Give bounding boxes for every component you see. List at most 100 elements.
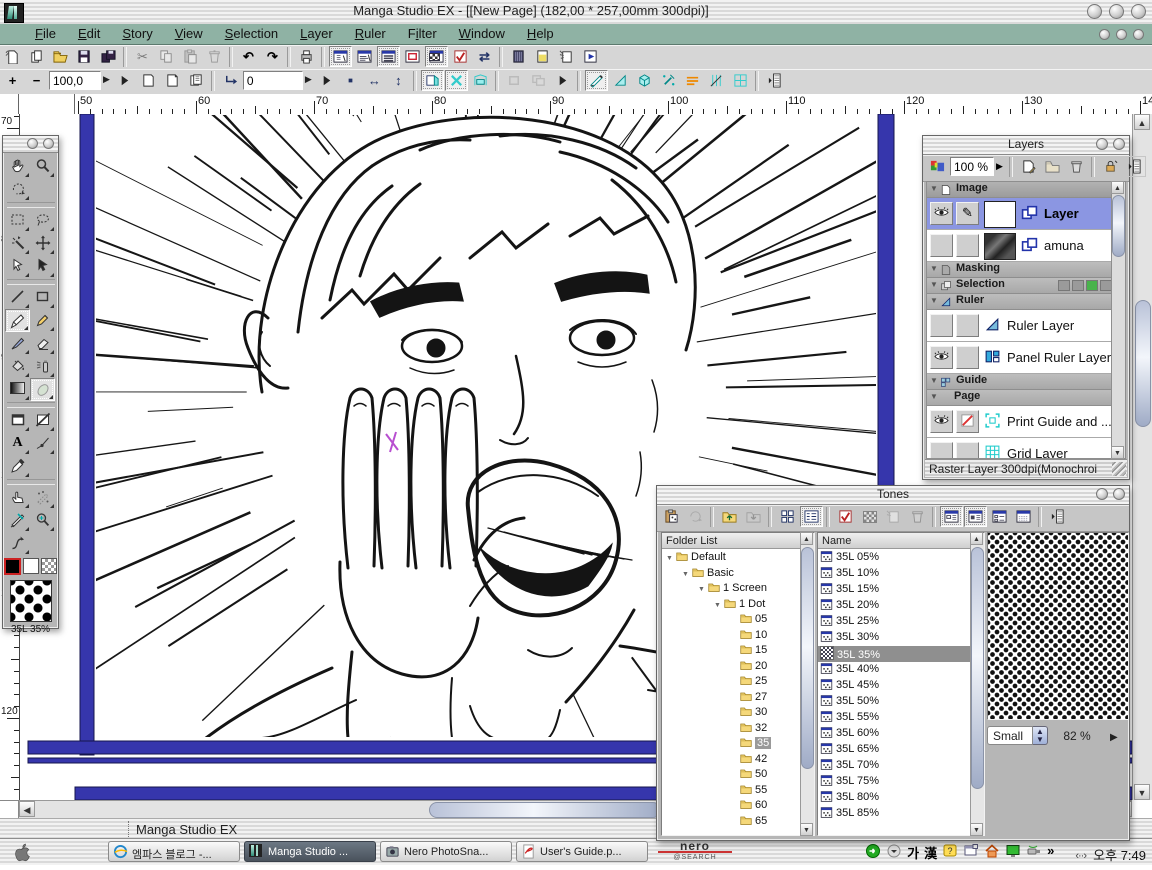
tone-gray-icon[interactable]	[858, 506, 881, 527]
tone-item-35l-15-[interactable]: 35L 15%	[818, 582, 971, 598]
eye-icon[interactable]	[930, 202, 953, 225]
apply-arrow-icon[interactable]	[315, 70, 338, 91]
view-a-icon[interactable]	[940, 506, 963, 527]
actual-size-icon[interactable]	[339, 70, 362, 91]
ruler-pen-icon[interactable]	[585, 70, 608, 91]
materials-icon[interactable]	[507, 46, 530, 67]
tone-folder-basic[interactable]: ▼Basic	[662, 566, 801, 582]
tone-folder-60[interactable]: 60	[662, 798, 801, 814]
panel-cut-icon[interactable]	[30, 409, 55, 432]
layer-row-print-guide-and-[interactable]: Print Guide and ...	[927, 406, 1115, 438]
scroll-up-arrow-icon[interactable]: ▲	[800, 532, 813, 545]
home-network-icon[interactable]	[984, 843, 1000, 860]
scroll-left-arrow-icon[interactable]: ◀	[19, 801, 35, 817]
view-d-icon[interactable]	[1012, 506, 1035, 527]
tone-folder-25[interactable]: 25	[662, 674, 801, 690]
open-icon[interactable]	[49, 46, 72, 67]
tone-folder-55[interactable]: 55	[662, 783, 801, 799]
scroll-down-arrow-icon[interactable]: ▼	[1111, 446, 1124, 459]
object-select-icon[interactable]	[5, 255, 30, 278]
name-column-header[interactable]: Name	[822, 535, 851, 547]
tone-item-35l-05-[interactable]: 35L 05%	[818, 550, 971, 566]
nero-search-deskband[interactable]: nero @SEARCH	[658, 842, 732, 862]
layer-row-layer[interactable]: ✎Layer	[927, 198, 1115, 230]
no-print-icon[interactable]	[956, 410, 979, 433]
zoom-value-field[interactable]: 100,0	[49, 71, 101, 90]
tone-item-35l-30-[interactable]: 35L 30%	[818, 630, 971, 646]
fit-page2-icon[interactable]	[161, 70, 184, 91]
pages-icon[interactable]	[185, 70, 208, 91]
tone-list[interactable]: 35L 05%35L 10%35L 15%35L 20%35L 25%35L 3…	[818, 550, 971, 835]
black-color-swatch[interactable]	[4, 558, 21, 575]
menu-edit[interactable]: Edit	[67, 24, 111, 44]
ruler-wand-icon[interactable]	[657, 70, 680, 91]
menu-window[interactable]: Window	[448, 24, 516, 44]
tone-folder-05[interactable]: 05	[662, 612, 801, 628]
menu-help[interactable]: Help	[516, 24, 565, 44]
tool-options-palette-icon[interactable]	[353, 46, 376, 67]
tone-folder-30[interactable]: 30	[662, 705, 801, 721]
white-color-swatch[interactable]	[23, 558, 39, 574]
navigator-palette-icon[interactable]	[401, 46, 424, 67]
tone-item-35l-35-[interactable]: 35L 35%	[818, 646, 971, 662]
task-manga-studio[interactable]: Manga Studio ...	[244, 841, 376, 862]
snap-x-icon[interactable]	[445, 70, 468, 91]
menu-view[interactable]: View	[164, 24, 214, 44]
actions-palette-icon[interactable]: ⇄	[473, 46, 496, 67]
maximize-button[interactable]	[1109, 4, 1124, 19]
tone-item-35l-70-[interactable]: 35L 70%	[818, 758, 971, 774]
layer-row-panel-ruler-layer[interactable]: Panel Ruler Layer	[927, 342, 1115, 374]
tones-palette-icon[interactable]	[425, 46, 448, 67]
pen-tool-icon[interactable]	[5, 309, 30, 332]
new-story-icon[interactable]	[25, 46, 48, 67]
layers-palette-icon[interactable]	[377, 46, 400, 67]
ruler-triangle-icon[interactable]	[609, 70, 632, 91]
tone-item-35l-65-[interactable]: 35L 65%	[818, 742, 971, 758]
preview-size-select[interactable]: Small	[987, 726, 1033, 745]
tone-item-35l-80-[interactable]: 35L 80%	[818, 790, 971, 806]
rotate-canvas-icon[interactable]	[5, 178, 30, 201]
tone-folder-10[interactable]: 10	[662, 628, 801, 644]
draw-toggle[interactable]	[956, 346, 979, 369]
delete-icon[interactable]	[203, 46, 226, 67]
tools-palette-icon[interactable]	[329, 46, 352, 67]
title-bar[interactable]: Manga Studio EX - [[New Page] (182,00 * …	[0, 0, 1152, 25]
ruler-pen2-icon[interactable]	[5, 509, 30, 532]
view-thumbs-icon[interactable]	[776, 506, 799, 527]
pen-edit-icon[interactable]: ✎	[956, 202, 979, 225]
scroll-down-arrow-icon[interactable]: ▼	[800, 823, 813, 836]
zoom-tool-icon[interactable]	[30, 155, 55, 178]
layer-group-selection[interactable]: ▼Selection	[927, 278, 1115, 294]
start-button[interactable]	[10, 841, 40, 863]
join-line-icon[interactable]	[30, 432, 55, 455]
new-layer-icon[interactable]	[1017, 156, 1040, 177]
layer-row-grid-layer[interactable]: Grid Layer	[927, 438, 1115, 459]
tone-folder-27[interactable]: 27	[662, 690, 801, 706]
trash-icon[interactable]	[1065, 156, 1088, 177]
tone-item-35l-55-[interactable]: 35L 55%	[818, 710, 971, 726]
panel-list-icon[interactable]	[1046, 506, 1069, 527]
preview-menu-arrow-icon[interactable]: ▶	[1110, 732, 1118, 743]
tone-item-35l-10-[interactable]: 35L 10%	[818, 566, 971, 582]
apply-arrow-icon[interactable]	[113, 70, 136, 91]
tone-folder-15[interactable]: 15	[662, 643, 801, 659]
pencil-tool-icon[interactable]	[30, 309, 55, 332]
tone-item-35l-20-[interactable]: 35L 20%	[818, 598, 971, 614]
panel-tool-icon[interactable]	[5, 409, 30, 432]
ruler-lines-icon[interactable]	[681, 70, 704, 91]
tones-palette-titlebar[interactable]: Tones	[657, 486, 1129, 505]
layer-group-masking[interactable]: ▼Masking	[927, 262, 1115, 278]
new-tone-icon[interactable]	[882, 506, 905, 527]
palette-close-button[interactable]	[1113, 488, 1125, 500]
task-ie[interactable]: 엠파스 블로그 -...	[108, 841, 240, 862]
menu-ruler[interactable]: Ruler	[344, 24, 397, 44]
tone-folder-32[interactable]: 32	[662, 721, 801, 737]
save-all-icon[interactable]	[97, 46, 120, 67]
select-arrow-icon[interactable]	[30, 255, 55, 278]
draw-toggle[interactable]	[956, 442, 979, 459]
fit-height-icon[interactable]: ↕	[387, 70, 410, 91]
panel-list-icon[interactable]	[1123, 156, 1146, 177]
paste-icon[interactable]	[179, 46, 202, 67]
folder-up-icon[interactable]	[718, 506, 741, 527]
task-nero-photosnap[interactable]: Nero PhotoSna...	[380, 841, 512, 862]
